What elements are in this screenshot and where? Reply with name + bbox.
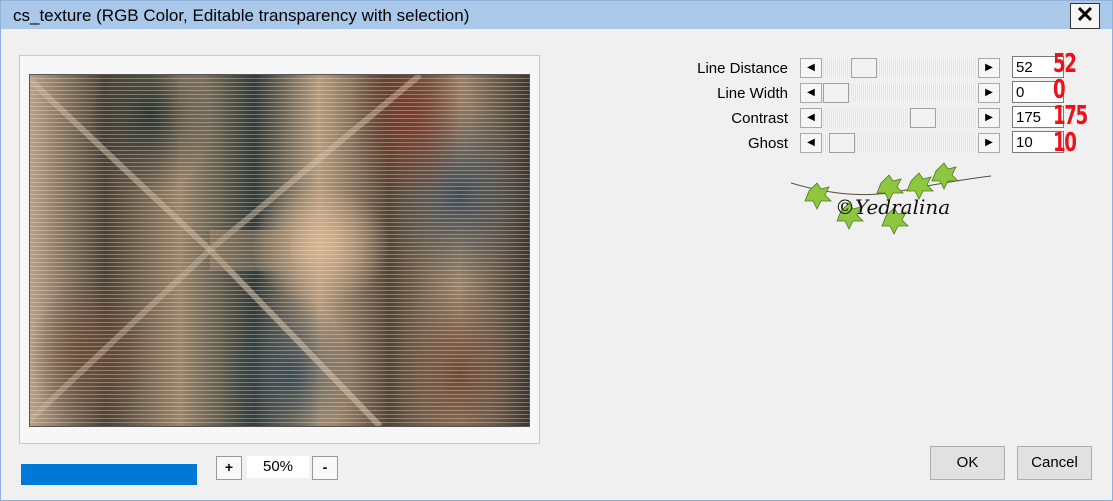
slider-thumb[interactable] [851,58,877,78]
cancel-button[interactable]: Cancel [1017,446,1092,480]
zoom-out-button[interactable]: - [312,456,338,480]
zoom-level: 50% [247,456,309,478]
zoom-in-button[interactable]: + [216,456,242,480]
slider-track[interactable] [823,58,977,78]
contrast-increase-button[interactable]: ▶ [978,108,1000,128]
arrow-right-icon: ▶ [985,112,993,123]
slider-track[interactable] [823,83,977,103]
contrast-decrease-button[interactable]: ◀ [800,108,822,128]
line-distance-decrease-button[interactable]: ◀ [800,58,822,78]
line-width-increase-button[interactable]: ▶ [978,83,1000,103]
arrow-left-icon: ◀ [807,62,815,73]
arrow-right-icon: ▶ [985,87,993,98]
arrow-left-icon: ◀ [807,137,815,148]
scanline-overlay [30,75,529,426]
slider-track[interactable] [823,133,977,153]
line-distance-increase-button[interactable]: ▶ [978,58,1000,78]
ghost-slider[interactable]: ◀ ▶ [800,133,1002,153]
arrow-right-icon: ▶ [985,137,993,148]
slider-thumb[interactable] [910,108,936,128]
close-button[interactable]: ✕ [1070,3,1100,29]
slider-track[interactable] [823,108,977,128]
line-distance-slider[interactable]: ◀ ▶ [800,58,1002,78]
ghost-increase-button[interactable]: ▶ [978,133,1000,153]
close-icon: ✕ [1075,2,1095,27]
contrast-label: Contrast [731,110,788,127]
arrow-right-icon: ▶ [985,62,993,73]
window-title: cs_texture (RGB Color, Editable transpar… [13,6,470,25]
slider-thumb[interactable] [829,133,855,153]
line-width-slider[interactable]: ◀ ▶ [800,83,1002,103]
watermark-text: ©Yedralina [835,195,951,219]
slider-thumb[interactable] [823,83,849,103]
arrow-left-icon: ◀ [807,87,815,98]
ghost-annotation: 10 [1053,128,1077,158]
line-distance-label: Line Distance [697,60,788,77]
arrow-left-icon: ◀ [807,112,815,123]
preview-image[interactable] [29,74,530,427]
contrast-annotation: 175 [1053,101,1088,131]
ok-button[interactable]: OK [930,446,1005,480]
ghost-decrease-button[interactable]: ◀ [800,133,822,153]
contrast-slider[interactable]: ◀ ▶ [800,108,1002,128]
dialog-window: cs_texture (RGB Color, Editable transpar… [0,0,1113,501]
preview-panel [19,55,540,444]
title-bar[interactable]: cs_texture (RGB Color, Editable transpar… [1,1,1112,29]
watermark-logo: ©Yedralina [790,161,992,241]
line-width-decrease-button[interactable]: ◀ [800,83,822,103]
ghost-label: Ghost [747,135,788,152]
progress-bar [21,464,197,485]
line-width-label: Line Width [717,85,788,102]
